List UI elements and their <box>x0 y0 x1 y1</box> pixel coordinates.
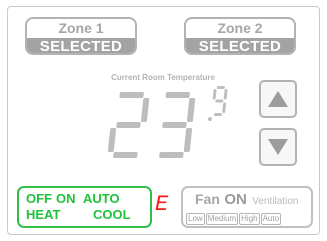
temperature-down-button[interactable] <box>259 128 297 166</box>
fan-control: Fan ON Ventilation Low Medium High Auto <box>181 186 313 228</box>
fan-option-medium[interactable]: Medium <box>205 213 239 225</box>
triangle-up-icon <box>268 91 288 107</box>
zone-1-status: SELECTED <box>27 38 135 53</box>
zone-2-label: Zone 2 <box>217 20 263 36</box>
fan-option-auto[interactable]: Auto <box>260 213 282 225</box>
temperature-digit-1-segment-a <box>119 92 144 98</box>
temperature-digit-2-segment-a <box>165 92 190 98</box>
temperature-digit-2-segment-b <box>186 98 196 122</box>
error-indicator: E <box>155 192 169 217</box>
zone-2-button[interactable]: Zone 2 SELECTED <box>184 17 296 55</box>
temperature-digit-2-segment-c <box>183 128 193 152</box>
mode-heat[interactable]: HEAT <box>26 208 60 222</box>
mode-auto[interactable]: AUTO <box>83 192 120 206</box>
temperature-decimal-digit-segment-f <box>212 89 217 100</box>
temperature-digit-1 <box>107 92 150 158</box>
zone-1-label: Zone 1 <box>58 20 104 36</box>
current-room-temperature-label: Current Room Temperature <box>111 73 215 82</box>
decimal-point <box>208 117 212 121</box>
temperature-digit-2-segment-d <box>159 152 184 158</box>
temperature-display <box>107 86 228 158</box>
mode-cool[interactable]: COOL <box>93 208 131 222</box>
ventilation-label: Ventilation <box>252 196 299 207</box>
mode-off[interactable]: OFF <box>26 192 52 206</box>
temperature-decimal-digit-segment-g <box>215 99 224 103</box>
temperature-digit-1-segment-d <box>113 152 138 158</box>
zone-2-status: SELECTED <box>186 38 294 53</box>
temperature-digit-2-segment-g <box>162 122 187 128</box>
temperature-digit-1-segment-e <box>107 128 117 152</box>
temperature-decimal-digit-segment-a <box>216 86 225 89</box>
temperature-digit-1-segment-b <box>140 98 150 122</box>
temperature-decimal-digit-segment-b <box>223 89 228 100</box>
temperature-digit-1-segment-g <box>116 122 141 128</box>
temperature-decimal-digit <box>212 86 228 116</box>
fan-title: Fan ON Ventilation <box>195 191 298 209</box>
temperature-decimal-digit-segment-c <box>222 102 227 113</box>
temperature-digit-2 <box>159 92 196 158</box>
fan-option-high[interactable]: High <box>239 213 260 225</box>
fan-option-low[interactable]: Low <box>186 213 205 225</box>
triangle-down-icon <box>268 139 288 155</box>
mode-selector[interactable]: OFF ON AUTO HEAT COOL <box>17 186 152 228</box>
mode-on[interactable]: ON <box>56 192 76 206</box>
zone-1-button[interactable]: Zone 1 SELECTED <box>25 17 137 55</box>
temperature-decimal-digit-segment-d <box>213 113 223 116</box>
fan-label: Fan <box>195 191 220 207</box>
fan-state: ON <box>224 191 247 208</box>
temperature-up-button[interactable] <box>259 80 297 118</box>
